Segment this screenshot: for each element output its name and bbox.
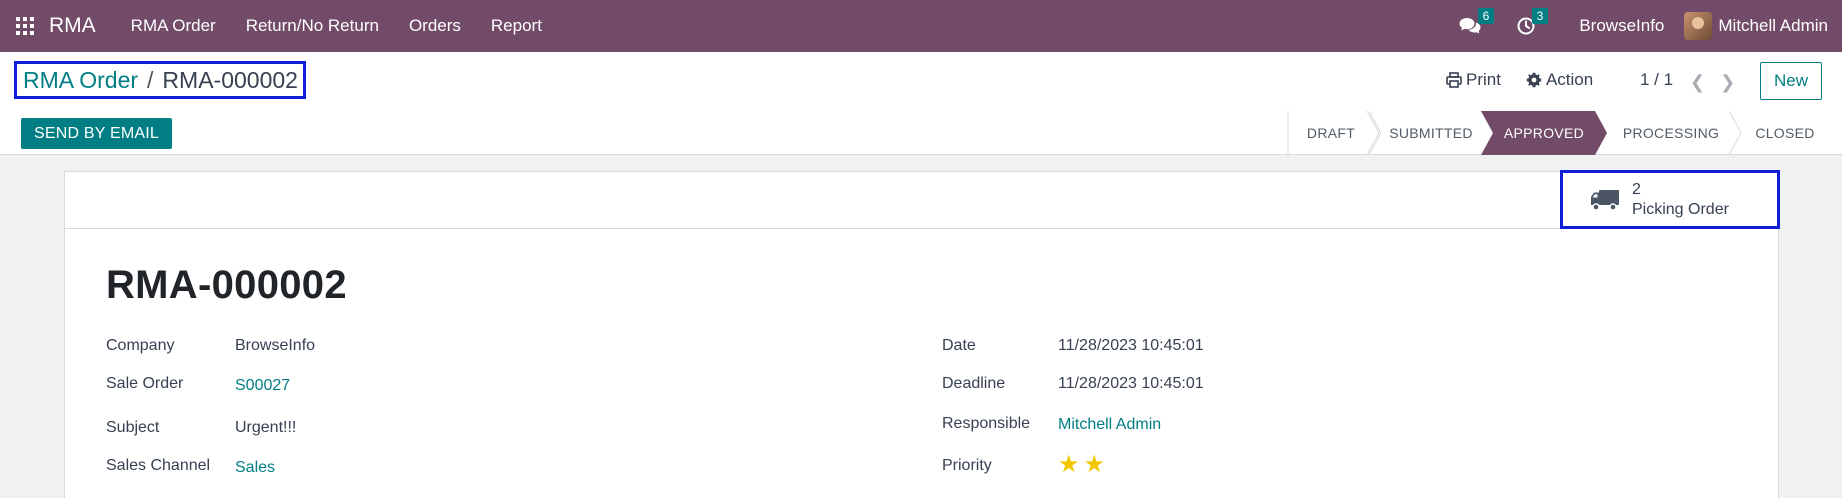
- new-record-button[interactable]: New: [1760, 62, 1822, 100]
- messages-button[interactable]: 6: [1459, 8, 1495, 35]
- menu-orders[interactable]: Orders: [409, 16, 461, 36]
- company-switcher[interactable]: BrowseInfo: [1579, 16, 1664, 36]
- priority-star-icon[interactable]: ★: [1058, 453, 1080, 477]
- activities-button[interactable]: 3: [1517, 8, 1549, 35]
- stage-label: SUBMITTED: [1389, 125, 1473, 141]
- statusbar-left-border: [1287, 111, 1289, 155]
- record-actions: Print Action: [1446, 70, 1618, 90]
- picking-order-smart-button[interactable]: 2 Picking Order: [1560, 170, 1780, 229]
- deadline-label: Deadline: [942, 375, 1006, 392]
- app-menu-icon[interactable]: [16, 17, 34, 35]
- form-sheet: 2 Picking Order RMA-000002 Company Brows…: [64, 170, 1780, 498]
- stage-label: APPROVED: [1503, 125, 1585, 141]
- user-menu[interactable]: Mitchell Admin: [1718, 16, 1828, 36]
- button-box: 2 Picking Order: [65, 170, 1780, 229]
- action-label: Action: [1545, 70, 1594, 89]
- stage-label: CLOSED: [1755, 125, 1815, 141]
- gear-icon: [1526, 72, 1542, 88]
- stage-approved[interactable]: APPROVED: [1481, 111, 1607, 155]
- stage-closed[interactable]: CLOSED: [1735, 111, 1835, 155]
- stage-divider: [1366, 111, 1380, 155]
- pager-arrows: ❮ ❯: [1690, 72, 1750, 93]
- user-avatar[interactable]: [1684, 12, 1713, 40]
- sales-channel-link[interactable]: Sales: [235, 459, 275, 477]
- control-panel: RMA Order / RMA-000002 Print Action 1 / …: [0, 52, 1842, 155]
- picking-order-count: 2: [1632, 180, 1641, 198]
- responsible-link[interactable]: Mitchell Admin: [1058, 416, 1161, 434]
- record-title: RMA-000002: [106, 263, 347, 307]
- priority-widget: ★ ★: [1058, 453, 1109, 477]
- messages-count-badge: 6: [1477, 8, 1495, 24]
- subject-value[interactable]: Urgent!!!: [235, 419, 296, 437]
- picking-order-label: Picking Order: [1632, 200, 1729, 218]
- stage-submitted[interactable]: SUBMITTED: [1375, 111, 1487, 155]
- company-value[interactable]: BrowseInfo: [235, 337, 315, 355]
- sale-order-link[interactable]: S00027: [235, 377, 290, 395]
- priority-star-icon[interactable]: ★: [1084, 453, 1106, 477]
- sales-channel-label: Sales Channel: [106, 457, 211, 474]
- menu-report[interactable]: Report: [491, 16, 542, 36]
- menu-rma-order[interactable]: RMA Order: [131, 16, 216, 36]
- breadcrumb-separator: /: [147, 66, 154, 93]
- pager-value[interactable]: 1 / 1: [1640, 70, 1673, 90]
- stage-draft[interactable]: DRAFT: [1287, 111, 1381, 155]
- app-brand[interactable]: RMA: [49, 14, 96, 38]
- stage-label: PROCESSING: [1622, 125, 1720, 141]
- truck-icon: [1591, 189, 1619, 211]
- print-icon: [1446, 72, 1462, 88]
- responsible-label: Responsible: [942, 415, 1031, 432]
- send-by-email-button[interactable]: SEND BY EMAIL: [21, 118, 173, 149]
- company-label: Company: [106, 337, 175, 354]
- priority-label: Priority: [942, 457, 992, 474]
- date-label: Date: [942, 337, 976, 354]
- print-button[interactable]: Print: [1446, 70, 1501, 90]
- print-label: Print: [1466, 70, 1501, 89]
- action-button[interactable]: Action: [1526, 70, 1593, 90]
- pager-next-icon[interactable]: ❯: [1720, 72, 1735, 93]
- top-navbar: RMA RMA Order Return/No Return Orders Re…: [0, 0, 1842, 52]
- breadcrumb: RMA Order / RMA-000002: [14, 61, 306, 99]
- activities-count-badge: 3: [1531, 8, 1549, 24]
- date-value[interactable]: 11/28/2023 10:45:01: [1058, 337, 1204, 355]
- deadline-value[interactable]: 11/28/2023 10:45:01: [1058, 375, 1204, 393]
- breadcrumb-parent-link[interactable]: RMA Order: [23, 67, 138, 94]
- sale-order-label: Sale Order: [106, 375, 184, 392]
- breadcrumb-current: RMA-000002: [162, 66, 298, 93]
- menu-return-no-return[interactable]: Return/No Return: [246, 16, 379, 36]
- pager-previous-icon[interactable]: ❮: [1690, 72, 1705, 93]
- subject-label: Subject: [106, 419, 160, 436]
- stage-label: DRAFT: [1306, 125, 1356, 141]
- stage-processing[interactable]: PROCESSING: [1607, 111, 1741, 155]
